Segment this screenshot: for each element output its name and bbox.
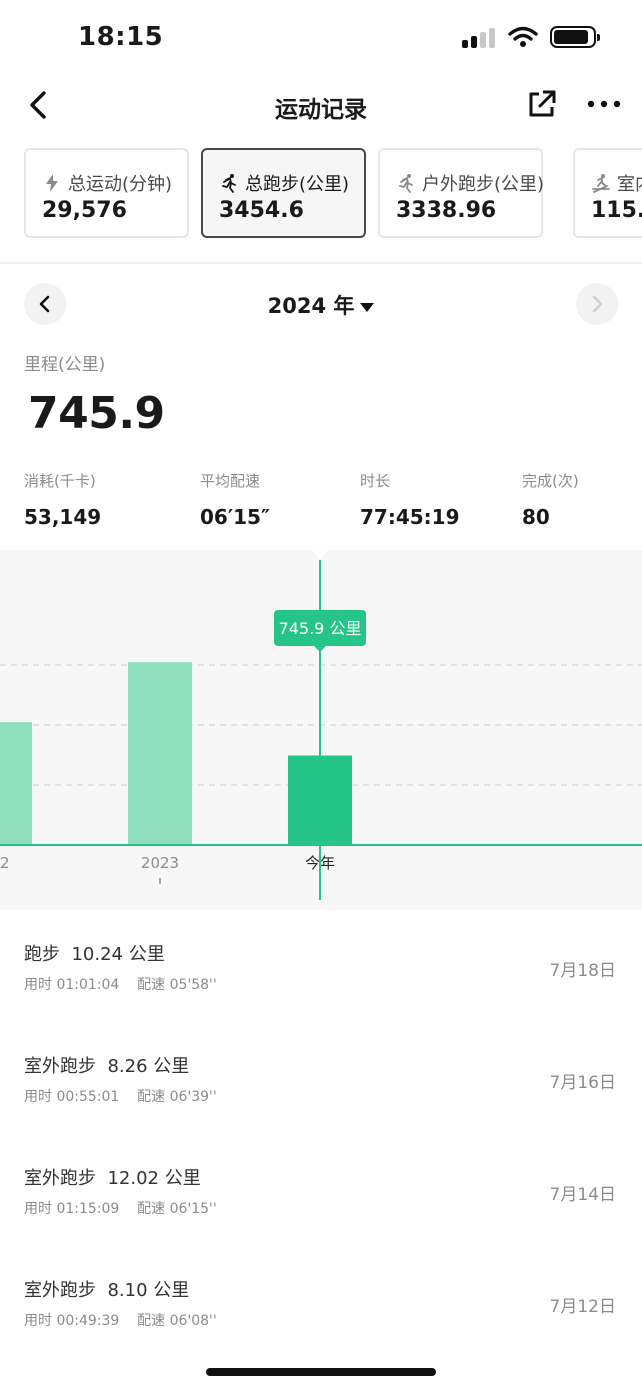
section-divider [0, 262, 642, 264]
record-title: 室外跑步 8.10 公里 [24, 1280, 190, 1301]
nav-bar: 运动记录 [0, 76, 642, 136]
more-icon[interactable] [584, 88, 624, 120]
next-year-button[interactable] [576, 283, 618, 325]
card-label: 户外跑步(公里) [422, 174, 545, 195]
chart-tick-label: 22 [0, 854, 10, 872]
record-date: 7月18日 [549, 961, 616, 981]
stat-avg-pace: 平均配速 06′15″ [200, 470, 270, 529]
record-item[interactable]: 室外跑步 8.26 公里 用时 00:55:01 配速 06'39'' 7月16… [0, 1022, 642, 1134]
card-indoor-running[interactable]: 室内 115.6 [573, 148, 642, 238]
stat-label: 平均配速 [200, 472, 261, 490]
record-detail: 用时 01:15:09 配速 06'15'' [24, 1201, 217, 1217]
record-title: 室外跑步 8.26 公里 [24, 1056, 190, 1077]
year-label: 2024 年 [267, 294, 355, 318]
home-indicator [206, 1368, 436, 1376]
record-title: 跑步 10.24 公里 [24, 944, 165, 965]
status-time: 18:15 [78, 22, 164, 52]
card-total-running[interactable]: 总跑步(公里) 3454.6 [201, 148, 366, 238]
record-date: 7月16日 [549, 1073, 616, 1093]
stat-label: 完成(次) [522, 472, 579, 490]
stats-row: 消耗(千卡) 53,149 平均配速 06′15″ 时长 77:45:19 完成… [0, 470, 642, 540]
chart-tooltip-pointer [314, 646, 326, 652]
category-cards: 总运动(分钟) 29,576 总跑步(公里) 3454.6 户外跑步(公里) 3… [24, 148, 642, 240]
chart-svg: 222023今年745.9 公里 [0, 550, 642, 900]
metric-value: 745.9 [28, 388, 165, 439]
card-value: 115.6 [591, 198, 642, 223]
year-dropdown[interactable]: 2024 年 [0, 290, 642, 320]
chart-bar [128, 662, 192, 845]
card-outdoor-running[interactable]: 户外跑步(公里) 3338.96 [378, 148, 545, 238]
card-total-exercise[interactable]: 总运动(分钟) 29,576 [24, 148, 189, 238]
chart-selection-notch [312, 550, 328, 559]
status-bar: 18:15 [0, 0, 642, 76]
stat-value: 06′15″ [200, 505, 270, 529]
chart-bar [0, 722, 32, 845]
stat-duration: 时长 77:45:19 [360, 470, 460, 529]
stat-label: 消耗(千卡) [24, 472, 96, 490]
record-item[interactable]: 室外跑步 8.10 公里 用时 00:49:39 配速 06'08'' 7月12… [0, 1246, 642, 1358]
card-label: 总跑步(公里) [245, 174, 350, 195]
record-date: 7月12日 [549, 1297, 616, 1317]
bolt-icon [46, 174, 58, 192]
card-label: 室内 [617, 174, 642, 195]
card-value: 29,576 [42, 198, 127, 223]
record-detail: 用时 00:49:39 配速 06'08'' [24, 1313, 217, 1329]
record-detail: 用时 01:01:04 配速 05'58'' [24, 977, 217, 993]
record-date: 7月14日 [549, 1185, 616, 1205]
yearly-distance-chart[interactable]: 222023今年745.9 公里 [0, 550, 642, 910]
chart-tick-label: 2023 [141, 854, 179, 872]
treadmill-icon [592, 174, 610, 193]
caret-down-icon [360, 302, 375, 312]
running-icon [222, 174, 236, 193]
card-value: 3338.96 [396, 198, 497, 223]
share-icon[interactable] [526, 88, 558, 120]
card-label: 总运动(分钟) [68, 174, 173, 195]
stat-value: 80 [522, 505, 550, 529]
metric-label: 里程(公里) [24, 355, 106, 375]
stat-value: 53,149 [24, 505, 102, 529]
record-item[interactable]: 跑步 10.24 公里 用时 01:01:04 配速 05'58'' 7月18日 [0, 910, 642, 1022]
cellular-signal-icon [462, 26, 496, 48]
stat-count: 完成(次) 80 [522, 470, 579, 529]
stat-label: 时长 [360, 472, 391, 490]
stat-calories: 消耗(千卡) 53,149 [24, 470, 101, 529]
record-item[interactable]: 室外跑步 12.02 公里 用时 01:15:09 配速 06'15'' 7月1… [0, 1134, 642, 1246]
chart-tooltip-text: 745.9 公里 [279, 619, 362, 638]
battery-icon [550, 26, 600, 48]
stat-value: 77:45:19 [360, 505, 460, 529]
wifi-icon [508, 26, 538, 47]
record-detail: 用时 00:55:01 配速 06'39'' [24, 1089, 217, 1105]
outdoor-running-icon [399, 174, 413, 193]
record-title: 室外跑步 12.02 公里 [24, 1168, 201, 1189]
card-value: 3454.6 [219, 198, 304, 223]
status-icons [462, 26, 600, 48]
chevron-right-icon [592, 295, 603, 313]
